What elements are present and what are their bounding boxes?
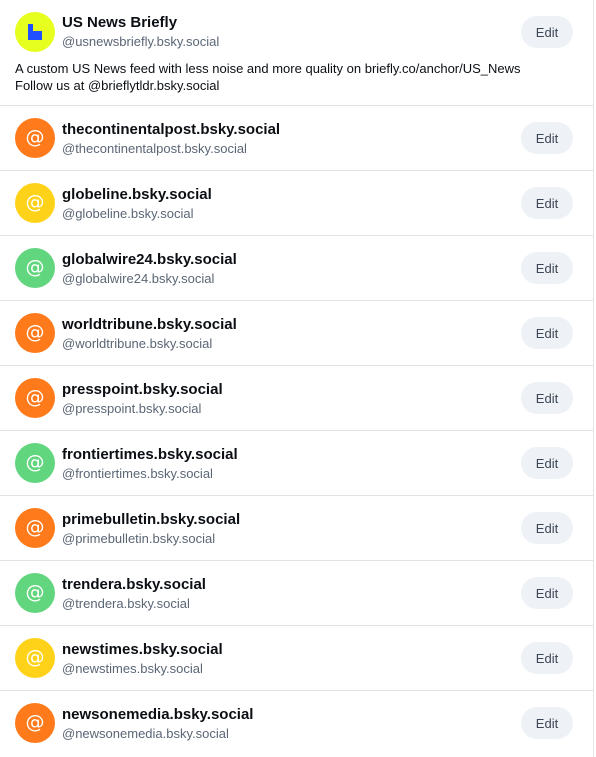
at-icon: @: [25, 256, 45, 278]
account-row[interactable]: @ thecontinentalpost.bsky.social @theconti…: [0, 106, 593, 171]
edit-button[interactable]: Edit: [521, 577, 573, 609]
edit-button[interactable]: Edit: [521, 187, 573, 219]
account-row[interactable]: @ worldtribune.bsky.social @worldtribune.b…: [0, 301, 593, 366]
account-name[interactable]: globeline.bsky.social: [62, 186, 212, 204]
account-avatar[interactable]: @: [15, 248, 55, 288]
feed-accounts-panel: US News Briefly @usnewsbriefly.bsky.soci…: [0, 0, 594, 757]
feed-header: US News Briefly @usnewsbriefly.bsky.soci…: [0, 0, 593, 106]
account-name[interactable]: trendera.bsky.social: [62, 576, 206, 594]
account-avatar[interactable]: @: [15, 638, 55, 678]
at-icon: @: [25, 191, 45, 213]
feed-name[interactable]: US News Briefly: [62, 14, 177, 32]
at-icon: @: [25, 126, 45, 148]
account-name[interactable]: thecontinentalpost.bsky.social: [62, 121, 280, 139]
edit-button[interactable]: Edit: [521, 252, 573, 284]
feed-description-line: A custom US News feed with less noise an…: [15, 61, 521, 76]
account-name[interactable]: newstimes.bsky.social: [62, 641, 223, 659]
account-handle[interactable]: @worldtribune.bsky.social: [62, 336, 212, 352]
account-name[interactable]: primebulletin.bsky.social: [62, 511, 240, 529]
edit-button[interactable]: Edit: [521, 512, 573, 544]
account-row[interactable]: @ globeline.bsky.social @globeline.bsky.so…: [0, 171, 593, 236]
edit-button[interactable]: Edit: [521, 642, 573, 674]
edit-button[interactable]: Edit: [521, 317, 573, 349]
account-avatar[interactable]: @: [15, 508, 55, 548]
account-handle[interactable]: @primebulletin.bsky.social: [62, 531, 215, 547]
account-avatar[interactable]: @: [15, 118, 55, 158]
account-avatar[interactable]: @: [15, 703, 55, 743]
account-handle[interactable]: @globeline.bsky.social: [62, 206, 193, 222]
feed-avatar[interactable]: [15, 12, 55, 52]
account-row[interactable]: @ presspoint.bsky.social @presspoint.bsky.…: [0, 366, 593, 431]
account-row[interactable]: @ newsonemedia.bsky.social @newsonemedia.b…: [0, 691, 593, 756]
account-list: @ thecontinentalpost.bsky.social @theconti…: [0, 106, 593, 756]
account-name[interactable]: presspoint.bsky.social: [62, 381, 223, 399]
account-name[interactable]: newsonemedia.bsky.social: [62, 706, 253, 724]
account-avatar[interactable]: @: [15, 183, 55, 223]
at-icon: @: [25, 711, 45, 733]
account-avatar[interactable]: @: [15, 313, 55, 353]
edit-button[interactable]: Edit: [521, 122, 573, 154]
feed-edit-button[interactable]: Edit: [521, 16, 573, 48]
account-name[interactable]: globalwire24.bsky.social: [62, 251, 237, 269]
account-handle[interactable]: @presspoint.bsky.social: [62, 401, 201, 417]
at-icon: @: [25, 646, 45, 668]
feed-description: A custom US News feed with less noise an…: [15, 60, 580, 94]
account-handle[interactable]: @thecontinentalpost.bsky.social: [62, 141, 247, 157]
account-row[interactable]: @ frontiertimes.bsky.social @frontiertimes…: [0, 431, 593, 496]
edit-button[interactable]: Edit: [521, 382, 573, 414]
at-icon: @: [25, 386, 45, 408]
edit-button[interactable]: Edit: [521, 447, 573, 479]
feed-description-line: Follow us at @brieflytldr.bsky.social: [15, 78, 220, 93]
account-row[interactable]: @ globalwire24.bsky.social @globalwire24.b…: [0, 236, 593, 301]
account-row[interactable]: @ newstimes.bsky.social @newstimes.bsky.so…: [0, 626, 593, 691]
account-handle[interactable]: @globalwire24.bsky.social: [62, 271, 214, 287]
account-avatar[interactable]: @: [15, 573, 55, 613]
at-icon: @: [25, 581, 45, 603]
at-icon: @: [25, 516, 45, 538]
account-row[interactable]: @ primebulletin.bsky.social @primebulletin…: [0, 496, 593, 561]
account-handle[interactable]: @frontiertimes.bsky.social: [62, 466, 213, 482]
account-avatar[interactable]: @: [15, 443, 55, 483]
at-icon: @: [25, 321, 45, 343]
account-handle[interactable]: @newsonemedia.bsky.social: [62, 726, 229, 742]
account-handle[interactable]: @trendera.bsky.social: [62, 596, 190, 612]
account-name[interactable]: worldtribune.bsky.social: [62, 316, 237, 334]
edit-button[interactable]: Edit: [521, 707, 573, 739]
at-icon: @: [25, 451, 45, 473]
feed-handle[interactable]: @usnewsbriefly.bsky.social: [62, 34, 219, 50]
account-handle[interactable]: @newstimes.bsky.social: [62, 661, 203, 677]
account-avatar[interactable]: @: [15, 378, 55, 418]
account-name[interactable]: frontiertimes.bsky.social: [62, 446, 238, 464]
briefly-logo-icon: [28, 24, 42, 40]
account-row[interactable]: @ trendera.bsky.social @trendera.bsky.soci…: [0, 561, 593, 626]
